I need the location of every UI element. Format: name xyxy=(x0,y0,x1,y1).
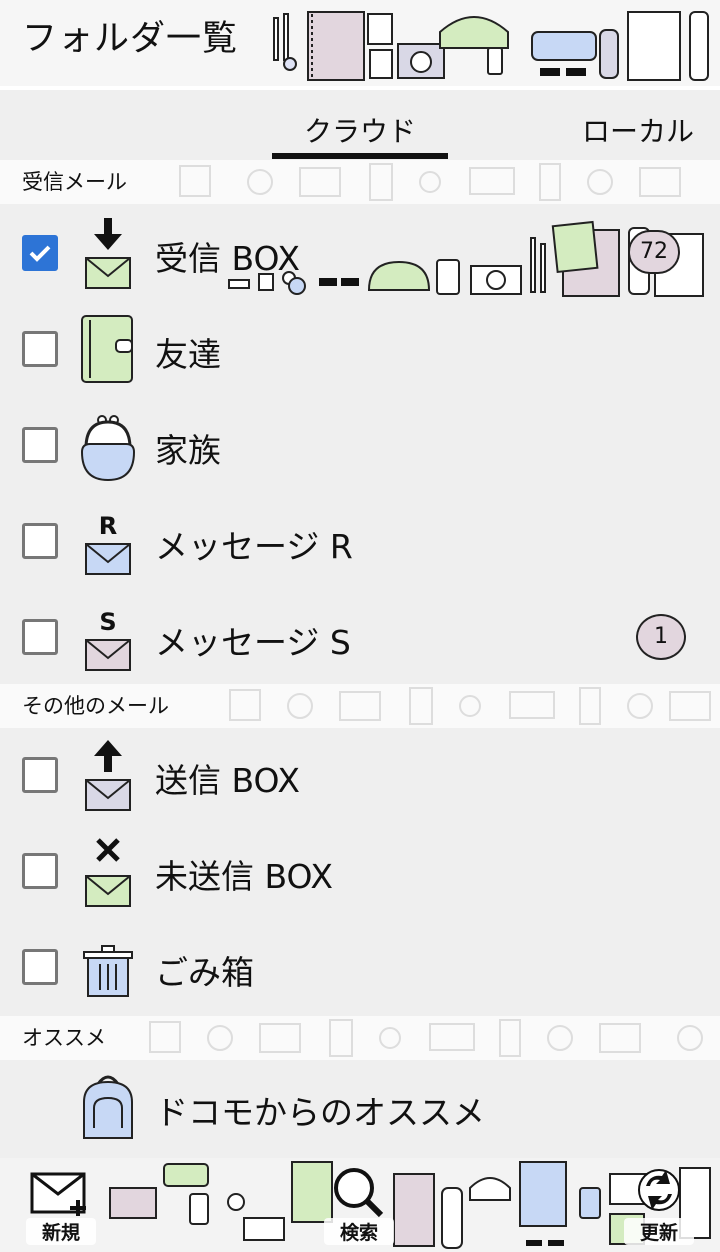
new-mail-icon xyxy=(30,1172,86,1216)
svg-text:S: S xyxy=(99,608,116,636)
section-recommend-label: オススメ xyxy=(22,1022,112,1052)
tab-bar: クラウド ローカル xyxy=(0,90,720,160)
folder-row-outbox[interactable]: 送信 BOX xyxy=(0,726,720,822)
folder-label: 未送信 BOX xyxy=(155,857,334,896)
folder-label: メッセージ S xyxy=(155,623,351,662)
refresh-label: 更新 xyxy=(624,1218,694,1245)
section-recommend-header: オススメ xyxy=(0,1016,720,1060)
folder-row-inbox[interactable]: 受信 BOX 72 xyxy=(0,204,720,300)
checkmark-icon xyxy=(29,245,51,262)
section-inbox-header: 受信メール xyxy=(0,160,720,204)
folder-label: ごみ箱 xyxy=(155,953,254,992)
active-tab-indicator xyxy=(272,153,448,159)
folder-checkbox[interactable] xyxy=(22,427,58,463)
folder-row-friends[interactable]: 友達 xyxy=(0,300,720,396)
folder-label: 家族 xyxy=(155,431,221,470)
recommend-row[interactable]: ドコモからのオススメ xyxy=(0,1058,720,1154)
envelope-r-icon: R xyxy=(85,512,131,575)
inbox-download-icon xyxy=(85,218,131,289)
page-title: フォルダ一覧 xyxy=(22,19,239,59)
unread-count-badge: 1 xyxy=(636,614,686,660)
folder-label: 友達 xyxy=(155,335,221,374)
stationery-illustration xyxy=(273,11,709,81)
section-other-label: その他のメール xyxy=(22,690,175,720)
folder-row-trash[interactable]: ごみ箱 xyxy=(0,918,720,1014)
tab-cloud[interactable]: クラウド xyxy=(304,110,416,150)
search-button[interactable]: 検索 xyxy=(324,1164,394,1248)
green-notebook-icon xyxy=(81,315,133,383)
folder-label: メッセージ R xyxy=(155,527,353,566)
svg-text:R: R xyxy=(99,512,117,540)
trash-icon xyxy=(83,945,133,997)
refresh-button[interactable]: 更新 xyxy=(624,1164,694,1248)
folder-row-message-r[interactable]: R メッセージ R xyxy=(0,492,720,588)
folder-checkbox[interactable] xyxy=(22,853,58,889)
folder-row-message-s[interactable]: S メッセージ S 1 xyxy=(0,588,720,684)
section-other-header: その他のメール xyxy=(0,684,720,728)
unread-count-badge: 72 xyxy=(628,230,680,274)
folder-checkbox[interactable] xyxy=(22,523,58,559)
folder-label: 送信 BOX xyxy=(155,761,301,800)
refresh-icon xyxy=(638,1169,680,1211)
new-mail-label: 新規 xyxy=(26,1218,96,1245)
folder-row-unsent[interactable]: 未送信 BOX xyxy=(0,822,720,918)
search-label: 検索 xyxy=(324,1218,394,1245)
folder-checkbox[interactable] xyxy=(22,757,58,793)
search-icon xyxy=(334,1168,384,1218)
recommend-label: ドコモからのオススメ xyxy=(155,1093,485,1132)
coin-purse-icon xyxy=(80,415,136,482)
envelope-s-icon: S xyxy=(85,608,131,671)
outbox-upload-icon xyxy=(85,740,131,811)
backpack-icon xyxy=(83,1075,133,1139)
new-mail-button[interactable]: 新規 xyxy=(26,1164,96,1248)
folder-row-family[interactable]: 家族 xyxy=(0,396,720,492)
folder-checkbox[interactable] xyxy=(22,235,58,271)
unsent-envelope-icon xyxy=(85,838,131,907)
folder-checkbox[interactable] xyxy=(22,619,58,655)
app-header: フォルダ一覧 xyxy=(0,0,720,90)
folder-checkbox[interactable] xyxy=(22,949,58,985)
bottom-toolbar: 新規 検索 更新 xyxy=(0,1158,720,1252)
section-inbox-label: 受信メール xyxy=(22,166,133,196)
tab-local[interactable]: ローカル xyxy=(582,110,694,150)
folder-checkbox[interactable] xyxy=(22,331,58,367)
